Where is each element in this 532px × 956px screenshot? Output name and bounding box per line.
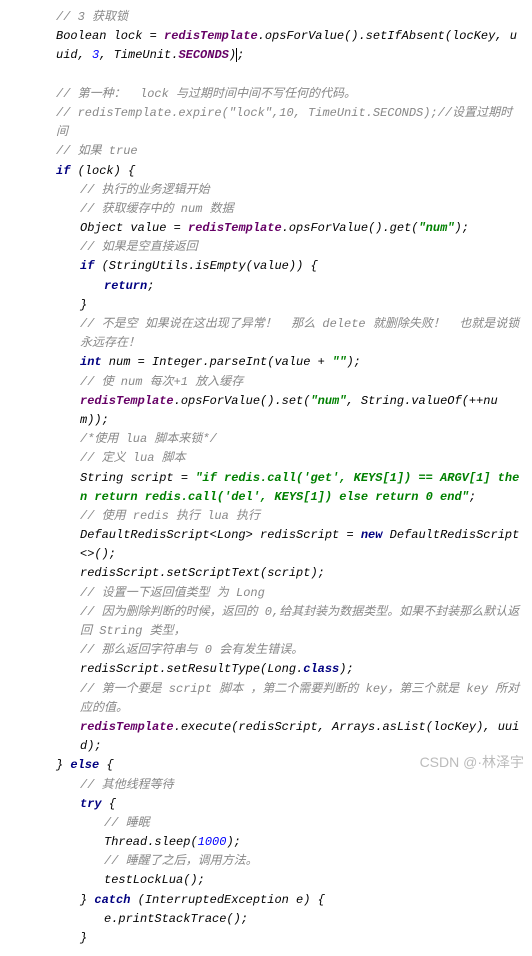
code-line: if (StringUtils.isEmpty(value)) {	[8, 257, 524, 276]
comment: // redisTemplate.expire("lock",10, TimeU…	[8, 104, 524, 142]
comment: // 如果 true	[8, 142, 524, 161]
comment: // 其他线程等待	[8, 776, 524, 795]
code-line: } catch (InterruptedException e) {	[8, 891, 524, 910]
comment: // 3 获取锁	[8, 8, 524, 27]
code-line: e.printStackTrace();	[8, 910, 524, 929]
code-line: Thread.sleep(1000);	[8, 833, 524, 852]
comment: /*使用 lua 脚本来锁*/	[8, 430, 524, 449]
code-line: if (lock) {	[8, 162, 524, 181]
comment: // 不是空 如果说在这出现了异常！ 那么 delete 就删除失败！ 也就是说…	[8, 315, 524, 353]
comment: // 获取缓存中的 num 数据	[8, 200, 524, 219]
comment: // 使用 redis 执行 lua 执行	[8, 507, 524, 526]
comment: // 使 num 每次+1 放入缓存	[8, 373, 524, 392]
code-line: try {	[8, 795, 524, 814]
code-line: }	[8, 929, 524, 948]
code-line: return;	[8, 277, 524, 296]
comment: // 睡醒了之后，调用方法。	[8, 852, 524, 871]
comment: // 设置一下返回值类型 为 Long	[8, 584, 524, 603]
code-line: redisScript.setScriptText(script);	[8, 564, 524, 583]
code-line: Boolean lock = redisTemplate.opsForValue…	[8, 27, 524, 65]
comment: // 第一个要是 script 脚本 ，第二个需要判断的 key，第三个就是 k…	[8, 680, 524, 718]
code-line: Object value = redisTemplate.opsForValue…	[8, 219, 524, 238]
comment: // 睡眠	[8, 814, 524, 833]
comment: // 执行的业务逻辑开始	[8, 181, 524, 200]
code-line: DefaultRedisScript<Long> redisScript = n…	[8, 526, 524, 564]
code-line: redisTemplate.opsForValue().set("num", S…	[8, 392, 524, 430]
watermark: CSDN @·林泽宇	[420, 751, 524, 773]
comment: // 第一种： lock 与过期时间中间不写任何的代码。	[8, 85, 524, 104]
comment: // 因为删除判断的时候，返回的 0,给其封装为数据类型。如果不封装那么默认返回…	[8, 603, 524, 641]
code-line: }	[8, 296, 524, 315]
comment: // 定义 lua 脚本	[8, 449, 524, 468]
code-line: String script = "if redis.call('get', KE…	[8, 469, 524, 507]
comment: // 如果是空直接返回	[8, 238, 524, 257]
code-line: testLockLua();	[8, 871, 524, 890]
code-line: redisScript.setResultType(Long.class);	[8, 660, 524, 679]
code-line: int num = Integer.parseInt(value + "");	[8, 353, 524, 372]
comment: // 那么返回字符串与 0 会有发生错误。	[8, 641, 524, 660]
